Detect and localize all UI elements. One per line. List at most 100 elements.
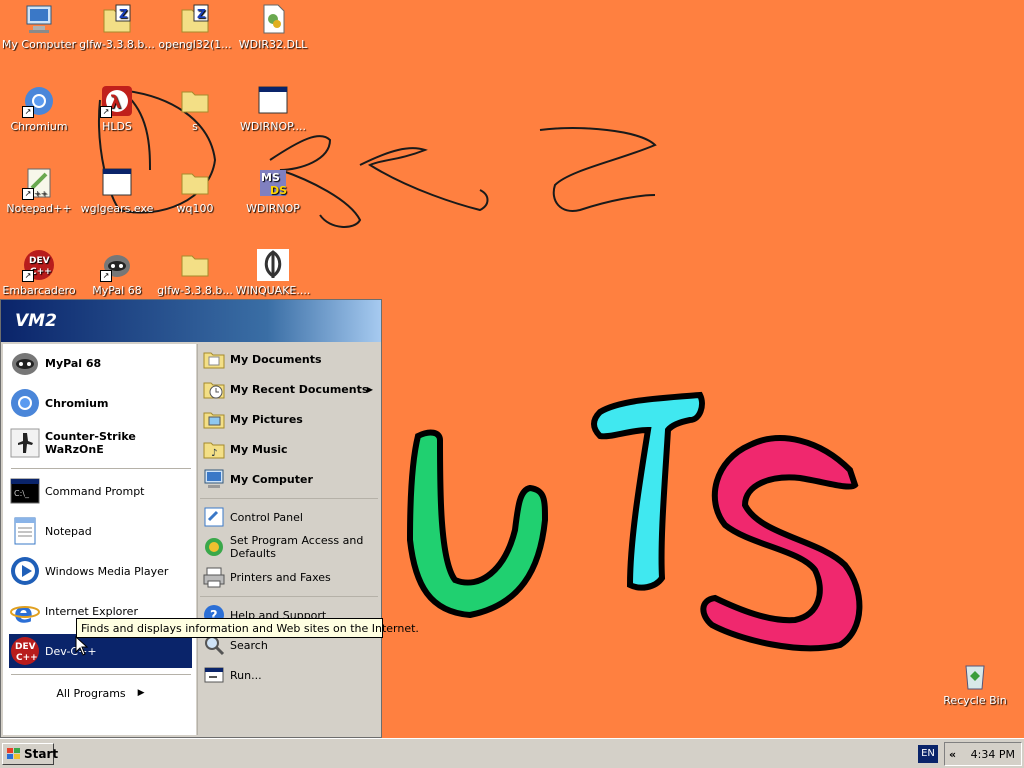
start-menu-separator bbox=[200, 596, 378, 597]
run-icon bbox=[202, 663, 226, 687]
desktop-icon-label: My Computer bbox=[1, 38, 77, 51]
desktop-icon-wdirnop[interactable]: MS DS WDIRNOP bbox=[234, 166, 312, 215]
all-programs-label: All Programs bbox=[56, 686, 126, 700]
desktop-icon-s-folder[interactable]: s bbox=[156, 84, 234, 133]
start-menu-username: VM2 bbox=[15, 311, 57, 331]
desktop-icon-label: glfw-3.3.8.b... bbox=[157, 284, 233, 297]
start-item-label: Internet Explorer bbox=[45, 604, 138, 618]
start-item-counter-strike[interactable]: Counter-Strike WaRzOnE bbox=[9, 426, 192, 460]
start-item-label: Search bbox=[230, 638, 268, 652]
desktop-icon-chromium[interactable]: ↗ Chromium bbox=[0, 84, 78, 133]
zip-folder-icon: Z bbox=[178, 2, 212, 36]
recycle-bin-icon bbox=[958, 658, 992, 692]
all-programs-button[interactable]: All Programs ▶ bbox=[9, 676, 192, 710]
start-item-label: Printers and Faxes bbox=[230, 570, 331, 584]
start-item-label: My Documents bbox=[230, 352, 322, 366]
svg-text:DEV: DEV bbox=[29, 256, 50, 266]
shortcut-arrow-icon: ↗ bbox=[22, 188, 34, 200]
start-item-my-recent-documents[interactable]: My Recent Documents ▶ bbox=[202, 376, 379, 402]
desktop-icon-wq100[interactable]: wq100 bbox=[156, 166, 234, 215]
start-item-label: Notepad bbox=[45, 524, 92, 538]
desktop-icon-glfw-zip[interactable]: Z glfw-3.3.8.b... bbox=[78, 2, 156, 51]
desktop-icon-wdirnop-dots[interactable]: WDIRNOP.... bbox=[234, 84, 312, 133]
desktop-icon-glfw-folder[interactable]: glfw-3.3.8.b... bbox=[156, 248, 234, 297]
desktop-icon-my-computer[interactable]: My Computer bbox=[0, 2, 78, 51]
zip-folder-icon: Z bbox=[100, 2, 134, 36]
desktop-icon-label: Notepad++ bbox=[6, 202, 72, 215]
desktop-icon-label: WDIR32.DLL bbox=[238, 38, 308, 51]
desktop-icon-notepadpp[interactable]: ++ ↗ Notepad++ bbox=[0, 166, 78, 215]
start-item-label: Windows Media Player bbox=[45, 564, 169, 578]
desktop-icon-label: MyPal 68 bbox=[92, 284, 142, 297]
desktop-icon-recycle-bin[interactable]: Recycle Bin bbox=[936, 658, 1014, 707]
svg-text:Z: Z bbox=[119, 7, 128, 21]
start-item-printers-faxes[interactable]: Printers and Faxes bbox=[202, 564, 379, 590]
start-item-my-pictures[interactable]: My Pictures bbox=[202, 406, 379, 432]
start-item-my-documents[interactable]: My Documents bbox=[202, 346, 379, 372]
start-item-label: My Recent Documents bbox=[230, 382, 369, 396]
desktop-icon-winquake[interactable]: WINQUAKE.... bbox=[234, 248, 312, 297]
window-app-icon bbox=[256, 84, 290, 118]
my-documents-icon bbox=[202, 347, 226, 371]
my-computer-icon bbox=[202, 467, 226, 491]
desktop-icon-label: s bbox=[192, 120, 198, 133]
desktop-icon-label: wglgears.exe bbox=[80, 202, 154, 215]
svg-text:Z: Z bbox=[197, 7, 206, 21]
start-item-control-panel[interactable]: Control Panel bbox=[202, 504, 379, 530]
set-program-line-1: Set Program Access and bbox=[230, 534, 364, 547]
start-menu-separator bbox=[11, 674, 191, 675]
start-item-my-computer[interactable]: My Computer bbox=[202, 466, 379, 492]
desktop-icon-label: WDIRNOP bbox=[246, 202, 300, 215]
clock[interactable]: 4:34 PM bbox=[971, 748, 1015, 761]
start-menu-left-pane: MyPal 68 Chromium Counter-Strike WaRzOnE… bbox=[3, 344, 196, 735]
desktop-icon-label: WDIRNOP.... bbox=[239, 120, 307, 133]
start-item-label: Control Panel bbox=[230, 510, 303, 524]
start-item-label: Command Prompt bbox=[45, 484, 145, 498]
start-item-mypal[interactable]: MyPal 68 bbox=[9, 346, 192, 380]
desktop-icon-embarcadero[interactable]: DEV C++ ↗ Embarcadero bbox=[0, 248, 78, 297]
control-panel-icon bbox=[202, 505, 226, 529]
window-app-icon bbox=[100, 166, 134, 200]
desktop-icon-label: glfw-3.3.8.b... bbox=[79, 38, 155, 51]
notepad-icon bbox=[9, 515, 41, 547]
start-item-my-music[interactable]: ♪ My Music bbox=[202, 436, 379, 462]
folder-icon bbox=[178, 166, 212, 200]
start-button[interactable]: Start bbox=[2, 743, 58, 765]
shortcut-arrow-icon: ↗ bbox=[22, 106, 34, 118]
start-item-notepad[interactable]: Notepad bbox=[9, 514, 192, 548]
chevron-right-icon: ▶ bbox=[366, 384, 373, 394]
svg-text:DEV: DEV bbox=[15, 642, 36, 652]
desktop-icon-mypal[interactable]: ↗ MyPal 68 bbox=[78, 248, 156, 297]
desktop-icon-wdir32-dll[interactable]: WDIR32.DLL bbox=[234, 2, 312, 51]
start-item-label: My Pictures bbox=[230, 412, 303, 426]
mypal-icon: ↗ bbox=[100, 248, 134, 282]
start-item-label: Counter-Strike WaRzOnE bbox=[45, 430, 136, 456]
desktop-icon-label: HLDS bbox=[102, 120, 132, 133]
start-item-devcpp[interactable]: DEV C++ Dev-C++ bbox=[9, 634, 192, 668]
desktop-icon-hlds[interactable]: λ ↗ HLDS bbox=[78, 84, 156, 133]
start-item-set-program-access[interactable]: Set Program Access and Defaults bbox=[202, 532, 379, 562]
shortcut-arrow-icon: ↗ bbox=[100, 106, 112, 118]
start-item-command-prompt[interactable]: C:\_ Command Prompt bbox=[9, 474, 192, 508]
desktop-icon-opengl-zip[interactable]: Z opengl32(1... bbox=[156, 2, 234, 51]
start-menu-separator bbox=[200, 498, 378, 499]
svg-text:MS: MS bbox=[261, 171, 280, 184]
shortcut-arrow-icon: ↗ bbox=[100, 270, 112, 282]
svg-text:C:\_: C:\_ bbox=[14, 489, 30, 498]
desktop-icon-label: wq100 bbox=[176, 202, 214, 215]
start-item-run[interactable]: Run... bbox=[202, 662, 379, 688]
svg-text:++: ++ bbox=[34, 189, 47, 198]
tray-expand-chevron-icon[interactable]: « bbox=[949, 748, 956, 761]
quake-icon bbox=[256, 248, 290, 282]
my-computer-icon bbox=[22, 2, 56, 36]
command-prompt-icon: C:\_ bbox=[9, 475, 41, 507]
svg-text:e: e bbox=[14, 596, 33, 627]
desktop-icon-label: Embarcadero bbox=[2, 284, 76, 297]
counter-strike-icon bbox=[9, 427, 41, 459]
shortcut-arrow-icon: ↗ bbox=[22, 270, 34, 282]
start-item-label: My Music bbox=[230, 442, 288, 456]
start-item-media-player[interactable]: Windows Media Player bbox=[9, 554, 192, 588]
start-item-chromium[interactable]: Chromium bbox=[9, 386, 192, 420]
language-indicator[interactable]: EN bbox=[918, 745, 938, 763]
desktop-icon-wglgears[interactable]: wglgears.exe bbox=[78, 166, 156, 215]
